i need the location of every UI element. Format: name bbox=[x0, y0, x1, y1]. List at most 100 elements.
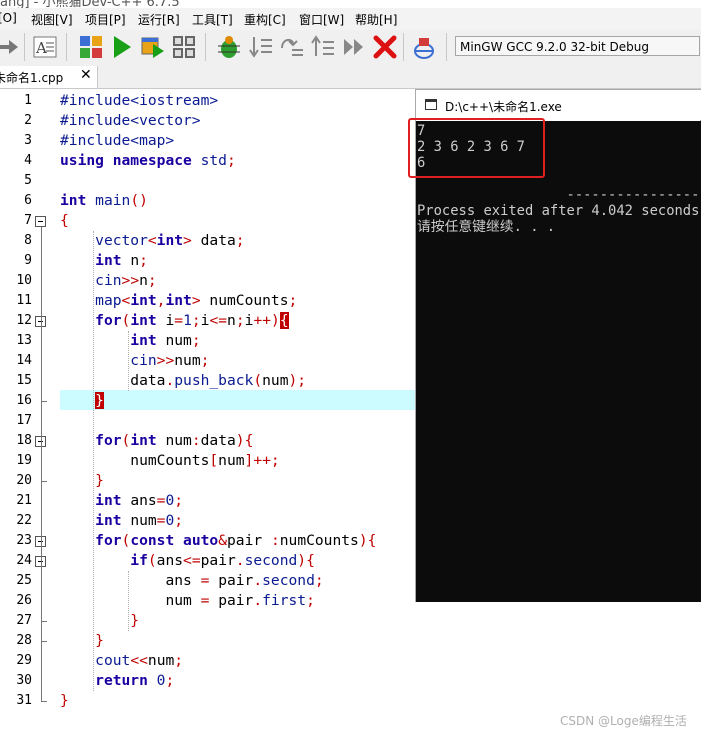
line-number: 1 bbox=[24, 93, 32, 108]
line-number: 18 bbox=[16, 433, 32, 448]
profile-icon[interactable] bbox=[411, 34, 437, 60]
menu-item-format[interactable]: [O] bbox=[0, 11, 17, 25]
code-line: int num; bbox=[130, 332, 201, 349]
menu-item-run[interactable]: 运行[R] bbox=[138, 11, 180, 28]
toolbar-separator bbox=[66, 33, 67, 61]
line-number: 10 bbox=[16, 273, 32, 288]
continue-icon[interactable] bbox=[341, 34, 367, 60]
arrow-right-icon[interactable] bbox=[0, 34, 22, 60]
watermark: CSDN @Loge编程生活 bbox=[560, 714, 687, 728]
line-number-gutter: 1 2 3 4 5 6 7 8 9 10 11 12 13 14 15 16 17 18 19 20 21 22 23 24 2… bbox=[0, 89, 58, 734]
code-line: data.push_back(num); bbox=[130, 372, 307, 389]
code-line: int n; bbox=[95, 252, 148, 269]
menu-item-refactor[interactable]: 重构[C] bbox=[244, 11, 286, 28]
code-line: return 0; bbox=[95, 672, 175, 689]
step-out-icon[interactable] bbox=[310, 34, 336, 60]
code-line: } bbox=[60, 692, 69, 709]
line-number: 11 bbox=[16, 293, 32, 308]
menu-item-project[interactable]: 项目[P] bbox=[85, 11, 126, 28]
line-number: 22 bbox=[16, 513, 32, 528]
code-line: int ans=0; bbox=[95, 492, 184, 509]
line-number: 20 bbox=[16, 473, 32, 488]
console-title-bar[interactable]: D:\c++\未命名1.exe bbox=[416, 90, 701, 120]
console-window-icon bbox=[425, 99, 437, 110]
console-line: 请按任意键继续. . . bbox=[417, 219, 556, 235]
code-line: numCounts[num]++; bbox=[130, 452, 280, 469]
toolbar-separator bbox=[446, 33, 447, 61]
code-line: } bbox=[130, 612, 140, 629]
code-line: cout<<num; bbox=[95, 652, 184, 669]
fold-end-marker bbox=[41, 701, 47, 702]
code-line: int num=0; bbox=[95, 512, 184, 529]
tab-bar: 未命名1.cpp ✕ bbox=[0, 66, 701, 89]
menu-bar: [O] 视图[V] 项目[P] 运行[R] 工具[T] 重构[C] 窗口[W] … bbox=[0, 8, 701, 30]
line-number: 29 bbox=[16, 653, 32, 668]
window-title: ang] - 小熊猫Dev-C++ 6.7.5 bbox=[0, 0, 180, 8]
line-number: 30 bbox=[16, 673, 32, 688]
fold-end-marker bbox=[41, 401, 47, 402]
code-line: for(int i=1;i<=n;i++){ bbox=[95, 312, 289, 329]
console-line: Process exited after 4.042 seconds w bbox=[417, 203, 701, 219]
line-number: 28 bbox=[16, 633, 32, 648]
line-number: 6 bbox=[24, 193, 32, 208]
line-number: 15 bbox=[16, 373, 32, 388]
step-over-icon[interactable] bbox=[279, 34, 305, 60]
rebuild-icon[interactable] bbox=[171, 34, 197, 60]
line-number: 2 bbox=[24, 113, 32, 128]
line-number: 19 bbox=[16, 453, 32, 468]
code-line: num = pair.first; bbox=[165, 592, 315, 609]
line-number: 31 bbox=[16, 693, 32, 708]
line-number: 13 bbox=[16, 333, 32, 348]
console-line: ---------------- bbox=[417, 187, 700, 203]
compile-icon[interactable] bbox=[78, 34, 104, 60]
run-icon[interactable] bbox=[109, 34, 135, 60]
window-title-strip: ang] - 小熊猫Dev-C++ 6.7.5 bbox=[0, 0, 701, 8]
menu-item-tools[interactable]: 工具[T] bbox=[192, 11, 233, 28]
code-line: int main() bbox=[60, 192, 148, 209]
toolbar-separator bbox=[205, 33, 206, 61]
line-number: 27 bbox=[16, 613, 32, 628]
fold-toggle-icon[interactable] bbox=[35, 216, 46, 227]
code-line: } bbox=[95, 472, 104, 489]
line-number: 8 bbox=[24, 233, 32, 248]
code-line: #include<map> bbox=[60, 132, 175, 149]
code-line: #include<iostream> bbox=[60, 92, 219, 109]
code-line: using namespace std; bbox=[60, 152, 236, 169]
step-into-icon[interactable] bbox=[248, 34, 274, 60]
code-line: if(ans<=pair.second){ bbox=[130, 552, 315, 569]
fold-end-marker bbox=[41, 621, 47, 622]
compile-run-icon[interactable] bbox=[140, 34, 166, 60]
line-number: 4 bbox=[24, 153, 32, 168]
code-line: cin>>num; bbox=[130, 352, 210, 369]
debug-icon[interactable] bbox=[216, 34, 242, 60]
svg-text:A: A bbox=[35, 39, 47, 57]
toolbar-separator bbox=[403, 33, 404, 61]
tab-file[interactable]: 未命名1.cpp ✕ bbox=[0, 66, 98, 88]
close-icon[interactable]: ✕ bbox=[80, 67, 92, 83]
code-line: #include<vector> bbox=[60, 112, 201, 129]
line-number: 26 bbox=[16, 593, 32, 608]
code-line: for(int num:data){ bbox=[95, 432, 254, 449]
compiler-select[interactable]: MinGW GCC 9.2.0 32-bit Debug bbox=[455, 36, 700, 56]
line-number: 23 bbox=[16, 533, 32, 548]
fold-end-marker bbox=[41, 641, 47, 642]
menu-item-view[interactable]: 视图[V] bbox=[31, 11, 73, 28]
menu-item-window[interactable]: 窗口[W] bbox=[299, 11, 344, 28]
line-number: 25 bbox=[16, 573, 32, 588]
toolbar-separator bbox=[24, 33, 25, 61]
line-number: 16 bbox=[16, 393, 32, 408]
line-number: 21 bbox=[16, 493, 32, 508]
code-line: } bbox=[95, 632, 104, 649]
console-output[interactable]: 72 3 6 2 3 6 76 ---------------- Process … bbox=[416, 121, 701, 602]
stop-icon[interactable] bbox=[372, 34, 398, 60]
format-code-icon[interactable]: A bbox=[32, 34, 58, 60]
line-number: 17 bbox=[16, 413, 32, 428]
line-number: 12 bbox=[16, 313, 32, 328]
fold-connector bbox=[41, 227, 42, 701]
code-line: { bbox=[60, 212, 69, 229]
code-line: ans = pair.second; bbox=[165, 572, 324, 589]
line-number: 5 bbox=[24, 173, 32, 188]
menu-item-help[interactable]: 帮助[H] bbox=[355, 11, 397, 28]
code-line: for(const auto&pair :numCounts){ bbox=[95, 532, 377, 549]
code-line: } bbox=[95, 392, 104, 409]
